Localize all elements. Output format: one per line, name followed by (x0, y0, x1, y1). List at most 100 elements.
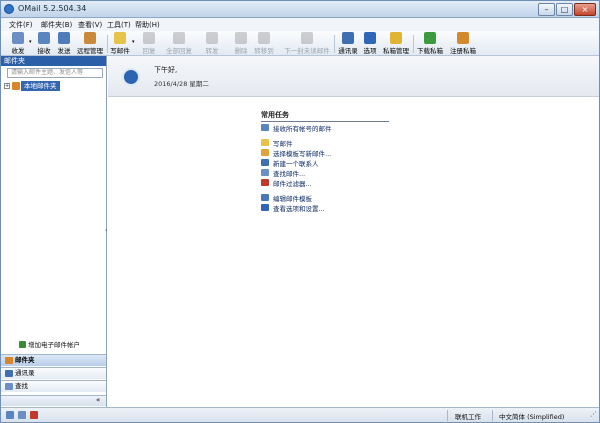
send-button[interactable]: 发送 (55, 32, 73, 55)
move-to-icon (258, 32, 270, 44)
receive-icon (38, 32, 50, 44)
reply-all-button[interactable]: 全部回复 (165, 32, 193, 55)
status-bar: 联机工作 中文简体 (Simplified) ⋰ (1, 407, 599, 422)
reply-all-icon (173, 32, 185, 44)
receive-label: 接收 (37, 47, 51, 55)
delete-label: 删除 (234, 47, 248, 55)
nav-address-book[interactable]: 通讯录 (1, 367, 106, 379)
task-label: 编辑邮件模板 (273, 195, 312, 203)
date-text: 2016/4/28 星期二 (154, 80, 209, 88)
status-separator (447, 410, 448, 421)
register-private-button[interactable]: 注册私箱 (449, 32, 477, 55)
task-label: 选择模板写新邮件... (273, 150, 332, 158)
move-to-button[interactable]: 转移到 (252, 32, 276, 55)
reply-icon (143, 32, 155, 44)
task-label: 邮件过滤器... (273, 180, 312, 188)
receive-button[interactable]: 接收 (35, 32, 53, 55)
move-to-label: 转移到 (254, 47, 274, 55)
contact-icon (261, 159, 269, 166)
add-account-label: 增加电子邮件帐户 (28, 341, 80, 349)
tasks-heading: 常用任务 (261, 110, 389, 122)
maximize-button[interactable]: □ (556, 3, 573, 16)
folder-icon (5, 357, 13, 364)
register-private-label: 注册私箱 (450, 47, 476, 55)
next-unread-button[interactable]: 下一封未读邮件 (282, 32, 332, 55)
forward-button[interactable]: 转发 (202, 32, 222, 55)
options-button[interactable]: 选项 (362, 32, 378, 55)
address-book-label: 通讯录 (338, 47, 358, 55)
add-account-icon (19, 341, 26, 348)
options-icon (261, 204, 269, 211)
toolbar: 收发 ▾ 接收 发送 远程管理 写邮件 ▾ 回复 全部回复 转发 删除 转移到 … (1, 31, 599, 56)
menu-view[interactable]: 查看(V) (78, 20, 102, 30)
tree-node-label[interactable]: 本地邮件夹 (21, 81, 60, 91)
send-receive-button[interactable]: 收发 (9, 32, 27, 55)
compose-icon (114, 32, 126, 44)
register-private-icon (457, 32, 469, 44)
task-label: 查看选项和设置... (273, 205, 325, 213)
task-label: 查找邮件... (273, 170, 306, 178)
address-book-button[interactable]: 通讯录 (337, 32, 359, 55)
delete-icon (235, 32, 247, 44)
app-window: OMail 5.2.504.34 – □ × 文件(F) 邮件夹(B) 查看(V… (0, 0, 600, 423)
main-content: 下午好, 2016/4/28 星期二 常用任务 接收所有帐号的邮件 写邮件 选择… (108, 56, 599, 407)
template-icon (261, 149, 269, 156)
address-book-icon (342, 32, 354, 44)
send-receive-icon (12, 32, 24, 44)
online-status[interactable]: 联机工作 (455, 411, 481, 421)
delete-button[interactable]: 删除 (232, 32, 250, 55)
download-private-button[interactable]: 下载私箱 (416, 32, 444, 55)
welcome-banner: 下午好, 2016/4/28 星期二 (108, 56, 599, 97)
compose-label: 写邮件 (110, 47, 130, 55)
compose-button[interactable]: 写邮件 (109, 32, 131, 55)
window-title: OMail 5.2.504.34 (18, 4, 87, 13)
status-separator (492, 410, 493, 421)
remote-manage-icon (84, 32, 96, 44)
filter-icon (261, 179, 269, 186)
nav-folders-label: 邮件夹 (15, 356, 35, 364)
folder-pane-header: 邮件夹 (1, 56, 106, 66)
forward-icon (206, 32, 218, 44)
minimize-button[interactable]: – (538, 3, 555, 16)
search-input[interactable]: 请输入邮件主题、发信人等 (7, 68, 103, 78)
private-box-button[interactable]: 私箱管理 (382, 32, 410, 55)
send-icon (58, 32, 70, 44)
collapse-icon[interactable]: « (96, 396, 100, 404)
dropdown-arrow-icon[interactable]: ▾ (29, 39, 32, 45)
reply-all-label: 全部回复 (166, 47, 192, 55)
remote-manage-button[interactable]: 远程管理 (75, 32, 105, 55)
search-icon (261, 169, 269, 176)
options-label: 选项 (363, 47, 377, 55)
language-status[interactable]: 中文简体 (Simplified) (499, 411, 564, 421)
menu-tools[interactable]: 工具(T) (107, 20, 131, 30)
compose-icon (261, 139, 269, 146)
nav-search-label: 查找 (15, 382, 28, 390)
template-edit-icon (261, 194, 269, 201)
resize-grip-icon[interactable]: ⋰ (590, 410, 597, 418)
nav-folders[interactable]: 邮件夹 (1, 354, 106, 366)
close-button[interactable]: × (574, 3, 596, 16)
task-label: 接收所有帐号的邮件 (273, 125, 332, 133)
menu-file[interactable]: 文件(F) (9, 20, 33, 30)
alert-status-icon[interactable] (30, 411, 38, 419)
download-private-label: 下载私箱 (417, 47, 443, 55)
nav-collapse-bar[interactable]: « (1, 395, 106, 406)
toolbar-separator (334, 35, 335, 53)
task-label: 写邮件 (273, 140, 293, 148)
menu-folders[interactable]: 邮件夹(B) (41, 20, 72, 30)
mail-status-icon[interactable] (6, 411, 14, 419)
network-status-icon[interactable] (18, 411, 26, 419)
title-bar: OMail 5.2.504.34 – □ × (1, 1, 599, 18)
add-account-link[interactable]: 增加电子邮件帐户 (19, 339, 80, 349)
menu-bar: 文件(F) 邮件夹(B) 查看(V) 工具(T) 帮助(H) (1, 18, 599, 31)
expand-toggle-icon[interactable]: + (4, 83, 10, 89)
dropdown-arrow-icon[interactable]: ▾ (132, 39, 135, 45)
menu-help[interactable]: 帮助(H) (135, 20, 160, 30)
reply-button[interactable]: 回复 (139, 32, 159, 55)
download-private-icon (424, 32, 436, 44)
options-icon (364, 32, 376, 44)
task-label: 新建一个联系人 (273, 160, 319, 168)
nav-search[interactable]: 查找 (1, 380, 106, 392)
tree-node-local-folders[interactable]: + 本地邮件夹 (1, 81, 106, 91)
greeting-text: 下午好, (154, 66, 178, 74)
